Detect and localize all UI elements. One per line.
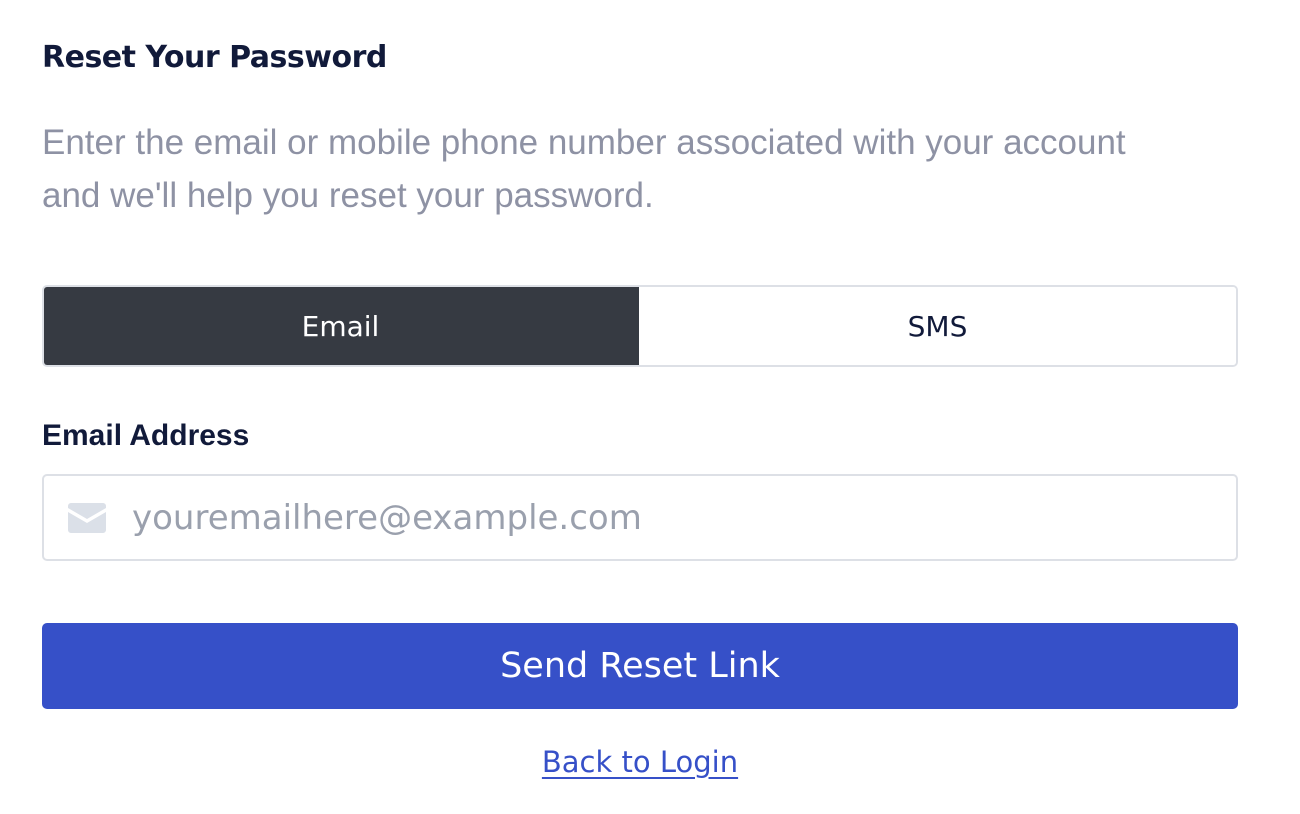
back-to-login-link[interactable]: Back to Login: [542, 745, 738, 779]
send-reset-link-button[interactable]: Send Reset Link: [42, 623, 1238, 709]
envelope-icon: [68, 502, 106, 533]
email-input[interactable]: [132, 487, 1182, 548]
reset-method-toggle: Email SMS: [42, 285, 1238, 367]
email-input-wrapper: [42, 474, 1238, 561]
toggle-sms-button[interactable]: SMS: [639, 287, 1236, 365]
back-link-container: Back to Login: [42, 742, 1238, 788]
email-field-label: Email Address: [42, 419, 250, 452]
toggle-email-button[interactable]: Email: [44, 287, 639, 365]
page-title: Reset Your Password: [42, 40, 387, 75]
page-subtitle: Enter the email or mobile phone number a…: [42, 123, 1126, 215]
